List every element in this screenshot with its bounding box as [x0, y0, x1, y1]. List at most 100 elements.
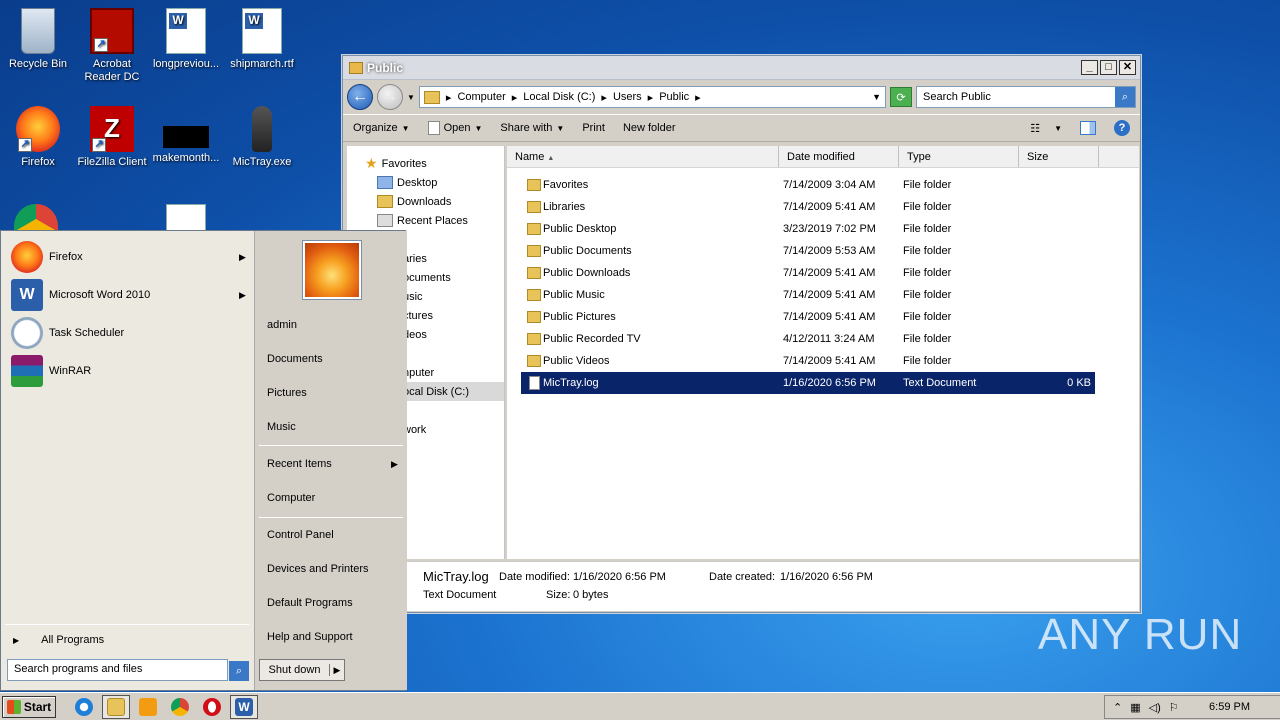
nav-desktop[interactable]: Desktop [347, 173, 504, 192]
column-size[interactable]: Size [1019, 146, 1099, 167]
maximize-button[interactable]: □ [1100, 60, 1117, 75]
share-with-button[interactable]: Share with ▼ [500, 122, 564, 134]
start-item-pictures[interactable]: Pictures [267, 387, 307, 399]
start-item-devices-printers[interactable]: Devices and Printers [267, 563, 369, 575]
network-icon[interactable]: ▦ [1130, 701, 1140, 714]
taskbar-explorer[interactable] [102, 694, 130, 719]
shutdown-options-icon[interactable]: ▶ [330, 665, 344, 676]
refresh-button[interactable]: ⟳ [890, 87, 912, 107]
table-row-selected[interactable]: MicTray.log 1/16/2020 6:56 PM Text Documen… [521, 372, 1095, 394]
desktop-icon-acrobat[interactable]: ↗ Acrobat Reader DC [74, 8, 150, 84]
desktop-icon-shipmarch[interactable]: W shipmarch.rtf [224, 8, 300, 71]
details-file-type: Text Document [423, 589, 497, 601]
desktop-icon-filezilla[interactable]: Z ↗ FileZilla Client [74, 106, 150, 169]
print-button[interactable]: Print [582, 122, 605, 134]
details-date-modified: 1/16/2020 6:56 PM [573, 571, 666, 583]
help-button[interactable]: ? [1114, 120, 1130, 136]
address-row: ← → ▼ ▸ Computer ▸ Local Disk (C:) ▸ Use… [343, 80, 1140, 114]
breadcrumb-separator-icon[interactable]: ▸ [512, 91, 518, 104]
search-input[interactable]: Search Public ⌕ [916, 86, 1136, 108]
breadcrumb-separator-icon[interactable]: ▸ [695, 91, 701, 104]
user-avatar[interactable] [303, 241, 361, 299]
program-winrar[interactable]: WinRAR [11, 355, 91, 387]
breadcrumb-separator-icon[interactable]: ▸ [446, 91, 452, 104]
start-item-admin[interactable]: admin [267, 319, 297, 331]
all-programs[interactable]: ▶ All Programs [13, 634, 104, 646]
program-firefox[interactable]: Firefox ▶ [11, 241, 249, 273]
taskbar-opera[interactable] [198, 695, 226, 719]
column-date-modified[interactable]: Date modified [779, 146, 899, 167]
start-item-default-programs[interactable]: Default Programs [267, 597, 353, 609]
desktop-icon-recycle-bin[interactable]: Recycle Bin [0, 8, 76, 71]
start-item-documents[interactable]: Documents [267, 353, 323, 365]
start-item-control-panel[interactable]: Control Panel [267, 529, 334, 541]
desktop-icon-longprevious[interactable]: W longpreviou... [148, 8, 224, 71]
table-row[interactable]: Libraries 7/14/2009 5:41 AM File folder [521, 196, 1095, 218]
taskbar-chrome[interactable] [166, 695, 194, 719]
breadcrumb-users[interactable]: Users [613, 91, 642, 103]
start-search-input[interactable]: Search programs and files [7, 659, 228, 681]
preview-pane-button[interactable] [1080, 121, 1096, 135]
table-row[interactable]: Favorites 7/14/2009 3:04 AM File folder [521, 174, 1095, 196]
forward-button[interactable]: → [377, 84, 403, 110]
breadcrumb-separator-icon[interactable]: ▸ [648, 91, 654, 104]
taskbar-media-player[interactable] [134, 695, 162, 719]
search-icon[interactable]: ⌕ [229, 661, 249, 681]
address-bar[interactable]: ▸ Computer ▸ Local Disk (C:) ▸ Users ▸ P… [418, 86, 886, 108]
start-item-music[interactable]: Music [267, 421, 296, 433]
start-item-help-support[interactable]: Help and Support [267, 631, 353, 643]
close-button[interactable]: ✕ [1119, 60, 1136, 75]
table-row[interactable]: Public Downloads 7/14/2009 5:41 AM File fo… [521, 262, 1095, 284]
shutdown-button[interactable]: Shut down ▶ [259, 659, 345, 681]
nav-downloads[interactable]: Downloads [347, 192, 504, 211]
desktop-icon-makemonth[interactable]: makemonth... [148, 106, 224, 165]
organize-button[interactable]: Organize ▼ [353, 122, 410, 134]
folder-icon [349, 61, 363, 74]
desktop-icon-mictray[interactable]: MicTray.exe [224, 106, 300, 169]
firefox-icon: ↗ [16, 106, 60, 152]
start-button[interactable]: Start [2, 695, 56, 718]
system-tray: ⌃ ▦ ◁) ⚐ 6:59 PM [1104, 695, 1280, 719]
desktop-icon-firefox[interactable]: ↗ Firefox [0, 106, 76, 169]
explorer-window: Public _ □ ✕ ← → ▼ ▸ Computer ▸ Local Di… [342, 55, 1141, 613]
details-size-label: Size: [546, 589, 571, 601]
table-row[interactable]: Public Recorded TV 4/12/2011 3:24 AM File … [521, 328, 1095, 350]
table-row[interactable]: Public Music 7/14/2009 5:41 AM File folder [521, 284, 1095, 306]
show-hidden-icons-icon[interactable]: ⌃ [1113, 701, 1122, 714]
column-type[interactable]: Type [899, 146, 1019, 167]
folder-icon [527, 355, 541, 367]
breadcrumb-computer[interactable]: Computer [457, 91, 505, 103]
breadcrumb-public[interactable]: Public [659, 91, 689, 103]
minimize-button[interactable]: _ [1081, 60, 1098, 75]
word-doc-icon[interactable] [166, 204, 206, 232]
taskbar-word[interactable]: W [230, 694, 258, 719]
table-row[interactable]: Public Videos 7/14/2009 5:41 AM File folde… [521, 350, 1095, 372]
column-name[interactable]: Name ▲ [507, 146, 779, 167]
open-button[interactable]: Open ▼ [427, 121, 482, 135]
breadcrumb-local-disk[interactable]: Local Disk (C:) [523, 91, 595, 103]
folder-icon [423, 90, 440, 104]
view-options-button[interactable]: ☷ ▼ [1030, 122, 1062, 135]
program-word[interactable]: W Microsoft Word 2010 ▶ [11, 279, 249, 311]
start-item-recent-items[interactable]: Recent Items [267, 458, 332, 470]
breadcrumb-separator-icon[interactable]: ▸ [601, 91, 607, 104]
nav-recent-places[interactable]: Recent Places [347, 211, 504, 230]
taskbar-ie[interactable] [70, 695, 98, 719]
recent-pages-chevron-icon[interactable]: ▼ [407, 93, 415, 102]
volume-icon[interactable]: ◁) [1149, 701, 1161, 714]
table-row[interactable]: Public Documents 7/14/2009 5:53 AM File fo… [521, 240, 1095, 262]
nav-favorites[interactable]: ★ Favorites [347, 154, 504, 173]
table-row[interactable]: Public Pictures 7/14/2009 5:41 AM File fol… [521, 306, 1095, 328]
title-bar[interactable]: Public _ □ ✕ [343, 56, 1140, 80]
action-center-flag-icon[interactable]: ⚐ [1169, 701, 1179, 714]
table-row[interactable]: Public Desktop 3/23/2019 7:02 PM File fold… [521, 218, 1095, 240]
details-date-created: 1/16/2020 6:56 PM [780, 571, 873, 583]
program-task-scheduler[interactable]: Task Scheduler [11, 317, 124, 349]
clock[interactable]: 6:59 PM [1209, 701, 1250, 713]
new-folder-button[interactable]: New folder [623, 122, 676, 134]
chrome-icon [171, 697, 189, 716]
start-item-computer[interactable]: Computer [267, 492, 315, 504]
address-dropdown-icon[interactable]: ▼ [872, 92, 881, 102]
back-button[interactable]: ← [347, 84, 373, 110]
search-icon[interactable]: ⌕ [1115, 87, 1135, 107]
